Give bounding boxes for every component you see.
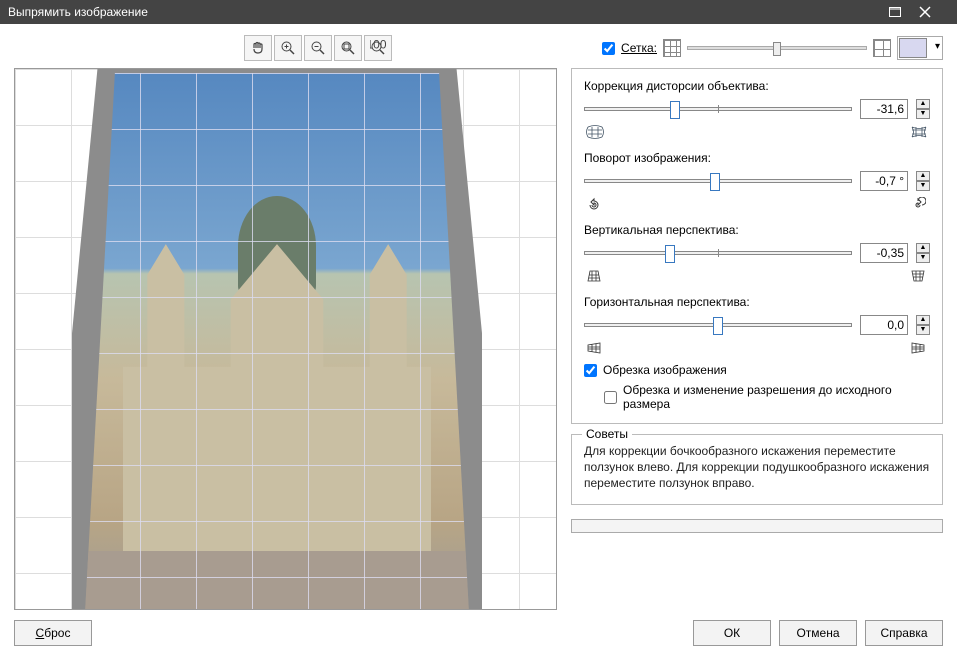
- vpersp-bottom-icon: [910, 269, 928, 285]
- help-button[interactable]: Справка: [865, 620, 943, 646]
- svg-text:100: 100: [370, 40, 386, 52]
- cancel-button[interactable]: Отмена: [779, 620, 857, 646]
- zoom-in-button[interactable]: [274, 35, 302, 61]
- zoom-100-button[interactable]: 100: [364, 35, 392, 61]
- maximize-button[interactable]: [889, 7, 919, 17]
- vpersp-top-icon: [586, 269, 604, 285]
- tips-group: Советы Для коррекции бочкообразного иска…: [571, 434, 943, 505]
- zoom-toolbar: 100: [244, 35, 392, 61]
- grid-checkbox[interactable]: [602, 42, 615, 55]
- reset-button[interactable]: Сброс: [14, 620, 92, 646]
- grid-dense-icon[interactable]: [663, 39, 681, 57]
- vpersp-spinner[interactable]: ▲▼: [916, 243, 930, 263]
- rotate-label: Поворот изображения:: [584, 151, 930, 165]
- zoom-fit-button[interactable]: [334, 35, 362, 61]
- tips-legend: Советы: [582, 427, 632, 441]
- vpersp-slider[interactable]: [584, 251, 852, 255]
- grid-color-picker[interactable]: [897, 36, 943, 60]
- rotate-spinner[interactable]: ▲▼: [916, 171, 930, 191]
- hpersp-left-icon: [586, 341, 604, 357]
- grid-size-slider[interactable]: [687, 46, 867, 50]
- vpersp-value[interactable]: [860, 243, 908, 263]
- crop-resize-label: Обрезка и изменение разрешения до исходн…: [623, 383, 930, 411]
- tips-text: Для коррекции бочкообразного искажения п…: [584, 443, 930, 492]
- lens-spinner[interactable]: ▲▼: [916, 99, 930, 119]
- hpersp-spinner[interactable]: ▲▼: [916, 315, 930, 335]
- lens-slider[interactable]: [584, 107, 852, 111]
- grid-label: Сетка:: [621, 41, 657, 55]
- hpersp-right-icon: [910, 341, 928, 357]
- crop-label: Обрезка изображения: [603, 363, 727, 377]
- hpersp-slider[interactable]: [584, 323, 852, 327]
- close-button[interactable]: [919, 6, 949, 18]
- rotate-ccw-icon[interactable]: [586, 197, 604, 213]
- rotate-cw-icon[interactable]: [910, 197, 928, 213]
- lens-label: Коррекция дисторсии объектива:: [584, 79, 930, 93]
- pan-tool-button[interactable]: [244, 35, 272, 61]
- lens-value[interactable]: [860, 99, 908, 119]
- rotate-slider[interactable]: [584, 179, 852, 183]
- titlebar: Выпрямить изображение: [0, 0, 957, 24]
- pincushion-icon: [910, 125, 928, 141]
- corrections-group: Коррекция дисторсии объектива: ▲▼ Поворо…: [571, 68, 943, 424]
- ok-button[interactable]: ОК: [693, 620, 771, 646]
- zoom-out-button[interactable]: [304, 35, 332, 61]
- hpersp-label: Горизонтальная перспектива:: [584, 295, 930, 309]
- progress-bar: [571, 519, 943, 533]
- preview-canvas[interactable]: [14, 68, 557, 610]
- window-title: Выпрямить изображение: [8, 5, 889, 19]
- color-swatch: [899, 38, 927, 58]
- crop-checkbox[interactable]: [584, 364, 597, 377]
- vpersp-label: Вертикальная перспектива:: [584, 223, 930, 237]
- rotate-value[interactable]: [860, 171, 908, 191]
- barrel-icon: [586, 125, 604, 141]
- crop-resize-checkbox[interactable]: [604, 391, 617, 404]
- hpersp-value[interactable]: [860, 315, 908, 335]
- grid-sparse-icon[interactable]: [873, 39, 891, 57]
